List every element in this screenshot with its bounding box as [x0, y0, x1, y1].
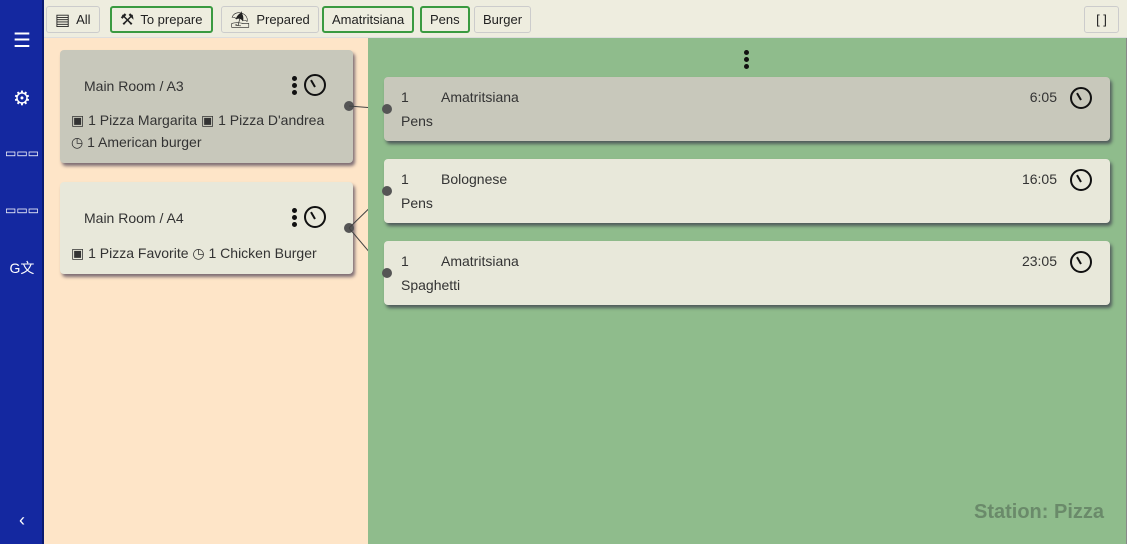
order-name: Amatritsiana: [441, 253, 519, 269]
connector-dot: [382, 268, 392, 278]
order-time: 16:05: [1021, 171, 1057, 187]
order-qty: 1: [401, 171, 409, 187]
order-time: 23:05: [1021, 253, 1057, 269]
order-time: 6:05: [1029, 89, 1057, 105]
order-name: Amatritsiana: [441, 89, 519, 105]
connector-dot: [382, 104, 392, 114]
clock-icon[interactable]: [1070, 169, 1092, 191]
clock-icon[interactable]: [1070, 87, 1092, 109]
order-qty: 1: [401, 253, 409, 269]
connector-dot: [382, 186, 392, 196]
order-name: Bolognese: [441, 171, 508, 187]
order-card[interactable]: 1 Bolognese 16:05 Pens: [384, 159, 1110, 223]
order-card[interactable]: 1 Amatritsiana 23:05 Spaghetti: [384, 241, 1110, 305]
order-sub: Pens: [401, 113, 433, 129]
order-sub: Spaghetti: [401, 277, 461, 293]
clock-icon[interactable]: [1070, 251, 1092, 273]
order-card[interactable]: 1 Amatritsiana 6:05 Pens: [384, 77, 1110, 141]
more-icon[interactable]: [744, 48, 750, 71]
order-qty: 1: [401, 89, 409, 105]
station-label: Station: Pizza: [973, 501, 1104, 523]
orders-panel: 1 Amatritsiana 6:05 Pens 1 Bolognese 16:…: [368, 38, 1127, 544]
order-sub: Pens: [401, 195, 433, 211]
